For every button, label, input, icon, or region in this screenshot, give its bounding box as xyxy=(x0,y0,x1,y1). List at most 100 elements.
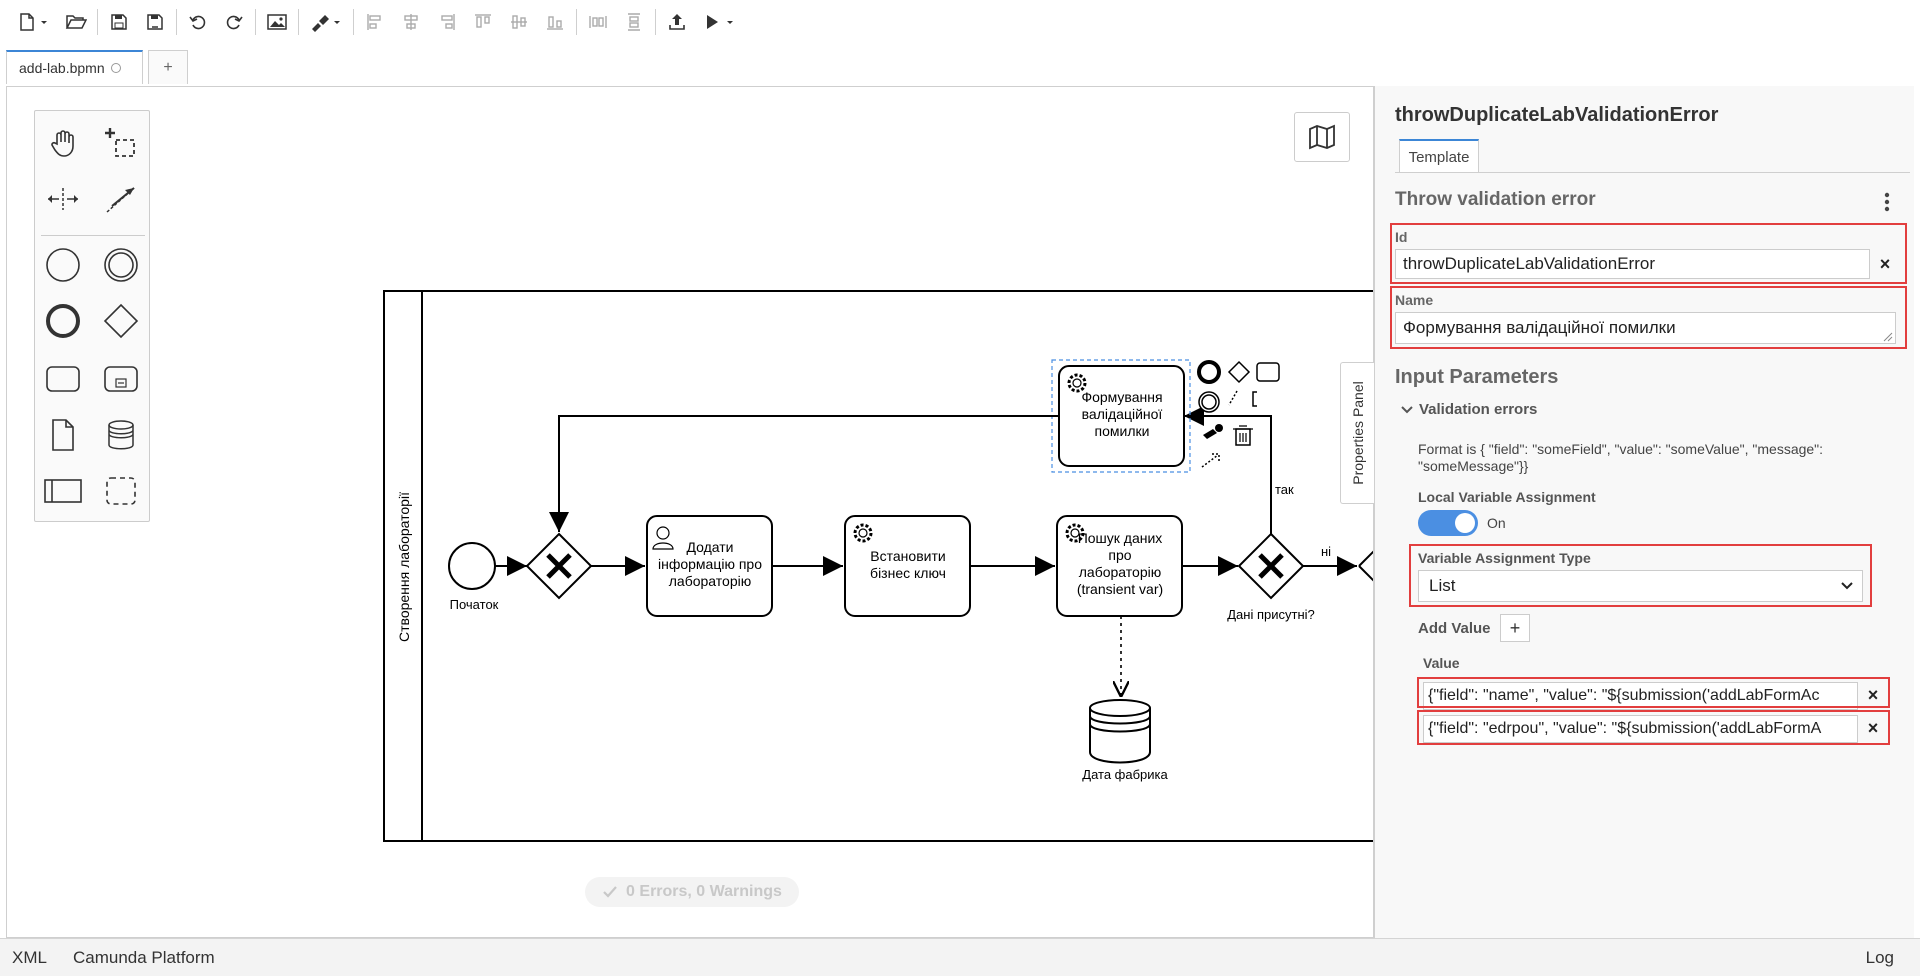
task-label-line: лабораторію xyxy=(1079,564,1161,580)
deploy-icon[interactable] xyxy=(664,9,690,35)
service-task-validation-error[interactable]: Формування валідаційної помилки xyxy=(1051,359,1191,473)
tab-divider xyxy=(1395,172,1910,173)
value-label: Value xyxy=(1423,655,1460,671)
save-as-icon[interactable] xyxy=(142,9,168,35)
intermediate-event-icon[interactable] xyxy=(99,243,143,287)
bpmn-diagram: Створення лабораторії Початок Додати інф… xyxy=(383,290,1373,842)
task-label-line: лабораторію xyxy=(669,573,751,589)
tab-add-lab-bpmn[interactable]: add-lab.bpmn xyxy=(6,50,143,84)
color-picker-icon[interactable] xyxy=(307,9,345,35)
wrench-icon[interactable] xyxy=(1203,429,1217,439)
map-icon xyxy=(1309,124,1335,150)
lint-status[interactable]: 0 Errors, 0 Warnings xyxy=(585,877,799,907)
run-icon[interactable] xyxy=(700,9,738,35)
exclusive-gateway-data-present[interactable] xyxy=(1237,532,1305,600)
sequence-flow-loop[interactable] xyxy=(549,415,1059,532)
distribute-horizontal-icon[interactable] xyxy=(585,9,611,35)
exclusive-gateway-merge[interactable] xyxy=(525,532,593,600)
align-middle-icon[interactable] xyxy=(506,9,532,35)
toolbar-separator xyxy=(576,9,577,35)
connect-icon[interactable] xyxy=(1201,453,1220,468)
space-tool-icon[interactable] xyxy=(41,177,85,221)
undo-icon[interactable] xyxy=(185,9,211,35)
align-center-icon[interactable] xyxy=(398,9,424,35)
start-event-icon[interactable] xyxy=(41,243,85,287)
task-label-line: Пошук даних xyxy=(1078,530,1163,546)
distribute-vertical-icon[interactable] xyxy=(621,9,647,35)
task-label-line: помилки xyxy=(1095,423,1150,439)
append-gateway-icon[interactable] xyxy=(1227,360,1251,384)
append-task-icon[interactable] xyxy=(1256,362,1280,382)
align-top-icon[interactable] xyxy=(470,9,496,35)
validation-errors-toggle[interactable]: Validation errors xyxy=(1401,401,1537,418)
task-label-line: (transient var) xyxy=(1077,581,1163,597)
add-tab-button[interactable]: + xyxy=(148,50,188,84)
xml-button[interactable]: XML xyxy=(12,948,47,968)
diagram-canvas[interactable]: Створення лабораторії Початок Додати інф… xyxy=(6,86,1374,938)
highlight-box xyxy=(1409,544,1872,607)
validation-errors-label: Validation errors xyxy=(1419,401,1538,418)
redo-icon[interactable] xyxy=(221,9,247,35)
new-file-icon[interactable] xyxy=(15,9,53,35)
chevron-down-icon xyxy=(1401,405,1413,413)
local-variable-assignment-switch[interactable] xyxy=(1418,510,1478,536)
log-button[interactable]: Log xyxy=(1866,948,1894,968)
align-left-icon[interactable] xyxy=(362,9,388,35)
task-icon[interactable] xyxy=(41,357,85,401)
next-gateway-partial xyxy=(1358,550,1373,567)
data-object-icon[interactable] xyxy=(41,413,85,457)
properties-panel-toggle[interactable]: Properties Panel xyxy=(1340,362,1374,504)
highlight-box xyxy=(1390,223,1907,284)
lasso-tool-icon[interactable] xyxy=(99,121,143,165)
save-icon[interactable] xyxy=(106,9,132,35)
toolbar-separator xyxy=(176,9,177,35)
open-file-icon[interactable] xyxy=(63,9,89,35)
service-task-business-key[interactable]: Встановити бізнес ключ xyxy=(844,515,971,617)
global-connect-tool-icon[interactable] xyxy=(99,177,143,221)
toolbar-separator xyxy=(298,9,299,35)
toolbar xyxy=(0,0,1920,44)
more-menu-icon[interactable] xyxy=(1879,190,1895,214)
user-task-add-info[interactable]: Додати інформацію про лабораторію xyxy=(646,515,773,617)
flow-label-no: ні xyxy=(1321,544,1331,559)
service-task-search-data[interactable]: Пошук даних про лабораторію (transient v… xyxy=(1056,515,1183,617)
group-icon[interactable] xyxy=(99,469,143,513)
align-right-icon[interactable] xyxy=(434,9,460,35)
task-label-line: Встановити xyxy=(870,548,945,564)
group-title: Throw validation error xyxy=(1395,189,1596,210)
tab-bar: add-lab.bpmn + xyxy=(0,48,1920,86)
start-event-label: Початок xyxy=(450,597,499,612)
element-id-title: throwDuplicateLabValidationError xyxy=(1395,104,1719,126)
tab-template[interactable]: Template xyxy=(1399,139,1479,173)
task-label-line: бізнес ключ xyxy=(870,565,946,581)
start-event[interactable] xyxy=(448,542,496,590)
data-store-icon[interactable] xyxy=(99,413,143,457)
gateway-label: Дані присутні? xyxy=(1227,607,1315,622)
flow-label-yes: так xyxy=(1275,482,1294,497)
properties-panel-toggle-label: Properties Panel xyxy=(1349,381,1366,485)
execution-platform-button[interactable]: Camunda Platform xyxy=(73,948,215,968)
add-value-button[interactable]: + xyxy=(1500,614,1530,642)
subprocess-icon[interactable] xyxy=(99,357,143,401)
gateway-icon[interactable] xyxy=(99,299,143,343)
pool-icon[interactable] xyxy=(41,469,85,513)
minimap-toggle-button[interactable] xyxy=(1294,112,1350,162)
append-end-event-icon[interactable] xyxy=(1197,360,1221,384)
task-label-line: Додати xyxy=(687,539,734,555)
align-bottom-icon[interactable] xyxy=(542,9,568,35)
sequence-flow-yes[interactable] xyxy=(1184,406,1272,534)
data-store[interactable] xyxy=(1089,699,1151,764)
export-image-icon[interactable] xyxy=(264,9,290,35)
local-variable-assignment-label: Local Variable Assignment xyxy=(1418,489,1596,505)
end-event-icon[interactable] xyxy=(41,299,85,343)
toolbar-separator xyxy=(97,9,98,35)
highlight-box xyxy=(1417,677,1890,708)
next-gateway-partial xyxy=(1358,565,1373,582)
lint-status-text: 0 Errors, 0 Warnings xyxy=(626,883,782,900)
task-label-line: Формування xyxy=(1081,389,1162,405)
input-parameters-title: Input Parameters xyxy=(1395,366,1559,388)
task-label-line: про xyxy=(1108,547,1131,563)
append-text-annotation-icon[interactable] xyxy=(1228,390,1238,406)
trash-icon[interactable] xyxy=(1233,425,1253,446)
hand-tool-icon[interactable] xyxy=(41,121,85,165)
